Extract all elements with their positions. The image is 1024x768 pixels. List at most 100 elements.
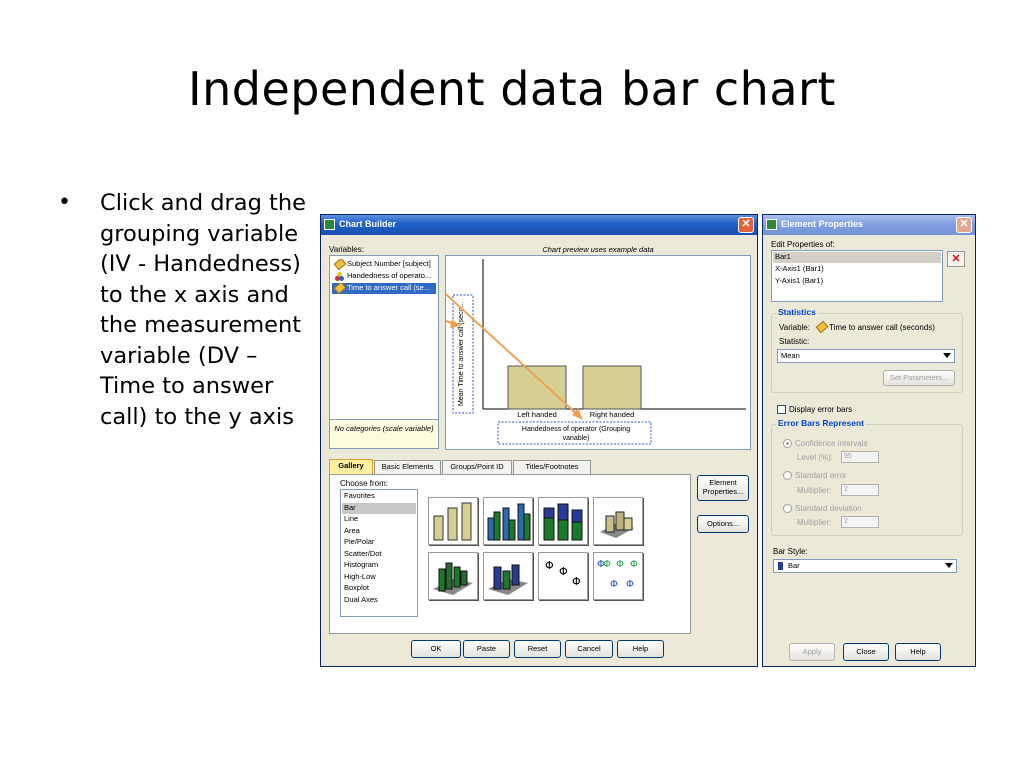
- scale-ruler-icon: [333, 259, 347, 270]
- chart-builder-title: Chart Builder: [339, 219, 397, 229]
- chevron-down-icon: [945, 563, 953, 568]
- chart-type-favorites[interactable]: Favorites: [342, 491, 416, 503]
- apply-button[interactable]: Apply: [789, 643, 835, 661]
- help-button[interactable]: Help: [617, 640, 664, 658]
- statistic-label: Statistic:: [779, 337, 810, 346]
- statistic-select[interactable]: Mean: [777, 349, 955, 363]
- element-item-y-axis[interactable]: Y-Axis1 (Bar1): [773, 276, 941, 287]
- preview-bar: [582, 365, 642, 410]
- chart-type-list[interactable]: Favorites Bar Line Area Pie/Polar Scatte…: [340, 489, 418, 617]
- tab-groups-point-id[interactable]: Groups/Point ID: [442, 460, 512, 474]
- element-list[interactable]: Bar1 X-Axis1 (Bar1) Y-Axis1 (Bar1): [771, 250, 943, 302]
- chart-type-line[interactable]: Line: [342, 514, 416, 526]
- close-button[interactable]: Close: [843, 643, 889, 661]
- x-axis-label-line2: variable): [563, 435, 590, 442]
- statistics-title: Statistics: [776, 307, 818, 317]
- svg-text:Φ: Φ: [559, 565, 568, 578]
- ok-button[interactable]: OK: [411, 640, 461, 658]
- svg-text:Φ: Φ: [626, 579, 634, 590]
- slide-title: Independent data bar chart: [188, 62, 836, 116]
- x-axis-label-line1: Handedness of operator (Grouping: [522, 426, 630, 433]
- element-properties-window: Element Properties ✕ Edit Properties of:…: [762, 214, 976, 667]
- preview-bar: [507, 365, 567, 410]
- multiplier-label-se: Multiplier:: [797, 486, 832, 495]
- level-input[interactable]: 95: [841, 451, 879, 463]
- variable-item-time[interactable]: Time to answer call (se...: [332, 283, 436, 294]
- element-item-bar1[interactable]: Bar1: [773, 252, 941, 263]
- app-icon: [766, 219, 777, 230]
- svg-text:Φ: Φ: [545, 559, 554, 572]
- tab-basic-elements[interactable]: Basic Elements: [374, 460, 441, 474]
- confidence-intervals-label: Confidence intervals: [795, 439, 868, 448]
- chart-builder-window: Chart Builder ✕ Variables: Subject Numbe…: [320, 214, 758, 667]
- nominal-icon: [335, 272, 344, 281]
- simple-bar-thumb[interactable]: [428, 497, 478, 545]
- 3d-clustered-bar-thumb[interactable]: [428, 552, 478, 600]
- multiplier-input-se[interactable]: 2: [841, 484, 879, 496]
- stacked-bar-thumb[interactable]: [538, 497, 588, 545]
- variable-item-handedness[interactable]: Handedness of operato...: [332, 271, 436, 282]
- multiplier-input-sd[interactable]: 2: [841, 516, 879, 528]
- element-properties-button[interactable]: Element Properties...: [697, 475, 749, 501]
- 3d-stacked-bar-thumb[interactable]: [483, 552, 533, 600]
- chart-type-bar[interactable]: Bar: [342, 502, 416, 514]
- bullet-text: Click and drag the grouping variable (IV…: [100, 190, 306, 430]
- 3d-bar-thumb[interactable]: [593, 497, 643, 545]
- chevron-down-icon: [943, 353, 951, 358]
- svg-text:Φ: Φ: [630, 559, 638, 570]
- clustered-error-bar-thumb[interactable]: ΦΦΦΦΦΦ: [593, 552, 643, 600]
- level-label: Level (%):: [797, 453, 834, 462]
- chart-type-high-low[interactable]: High-Low: [342, 572, 416, 584]
- svg-text:Φ: Φ: [603, 559, 611, 570]
- set-parameters-button[interactable]: Set Parameters...: [883, 370, 955, 386]
- error-bars-title: Error Bars Represent: [776, 418, 866, 428]
- element-properties-titlebar[interactable]: Element Properties ✕: [763, 215, 975, 235]
- simple-error-bar-thumb[interactable]: ΦΦΦ: [538, 552, 588, 600]
- chart-type-dual-axes[interactable]: Dual Axes: [342, 595, 416, 607]
- confidence-intervals-radio[interactable]: [783, 439, 792, 448]
- reset-button[interactable]: Reset: [514, 640, 561, 658]
- preview-caption: Chart preview uses example data: [542, 245, 654, 254]
- close-icon[interactable]: ✕: [956, 217, 972, 233]
- bar-icon: [778, 562, 783, 570]
- standard-error-radio[interactable]: [783, 471, 792, 480]
- multiplier-label-sd: Multiplier:: [797, 518, 832, 527]
- chart-type-area[interactable]: Area: [342, 526, 416, 538]
- tab-gallery[interactable]: Gallery: [329, 459, 373, 474]
- scale-ruler-icon: [333, 283, 347, 294]
- chart-type-histogram[interactable]: Histogram: [342, 560, 416, 572]
- close-icon[interactable]: ✕: [738, 217, 754, 233]
- bar-style-label: Bar Style:: [773, 547, 808, 556]
- element-properties-title: Element Properties: [781, 219, 864, 229]
- bullet-dot-icon: •: [58, 190, 71, 215]
- variables-list[interactable]: Subject Number [subject] Handedness of o…: [329, 255, 439, 427]
- chart-type-pie-polar[interactable]: Pie/Polar: [342, 537, 416, 549]
- clustered-bar-thumb[interactable]: [483, 497, 533, 545]
- choose-from-label: Choose from:: [340, 479, 389, 488]
- paste-button[interactable]: Paste: [463, 640, 510, 658]
- help-button[interactable]: Help: [895, 643, 941, 661]
- tab-titles-footnotes[interactable]: Titles/Footnotes: [513, 460, 591, 474]
- display-error-bars-label: Display error bars: [789, 405, 853, 414]
- variable-item-subject[interactable]: Subject Number [subject]: [332, 259, 436, 270]
- delete-element-icon[interactable]: ✕: [947, 251, 965, 267]
- standard-deviation-radio[interactable]: [783, 504, 792, 513]
- cancel-button[interactable]: Cancel: [565, 640, 613, 658]
- svg-text:Φ: Φ: [610, 579, 618, 590]
- variable-label: Variable:: [779, 323, 810, 332]
- chart-type-scatter-dot[interactable]: Scatter/Dot: [342, 549, 416, 561]
- standard-deviation-label: Standard deviation: [795, 504, 862, 513]
- chart-type-boxplot[interactable]: Boxplot: [342, 583, 416, 595]
- options-button[interactable]: Options...: [697, 515, 749, 533]
- y-axis-label: Mean Time to answer call (seco...: [458, 302, 465, 406]
- chart-builder-titlebar[interactable]: Chart Builder ✕: [321, 215, 757, 235]
- bar-style-select[interactable]: Bar: [773, 559, 957, 573]
- display-error-bars-checkbox[interactable]: [777, 405, 786, 414]
- category-tick-label: Right handed: [590, 410, 635, 419]
- variable-value: Time to answer call (seconds): [829, 323, 935, 332]
- category-tick-label: Left handed: [517, 410, 557, 419]
- element-item-x-axis[interactable]: X-Axis1 (Bar1): [773, 264, 941, 275]
- variables-label: Variables:: [329, 245, 364, 254]
- chart-preview-svg: Mean Time to answer call (seco... Left h…: [345, 259, 746, 445]
- chart-preview-canvas[interactable]: Mean Time to answer call (seco... Left h…: [345, 255, 751, 450]
